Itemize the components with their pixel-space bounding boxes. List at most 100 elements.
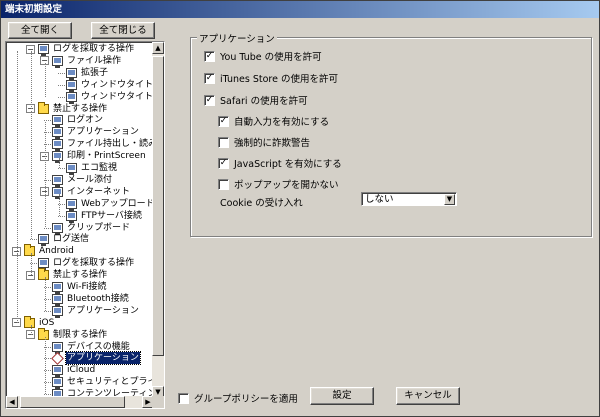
settings-tree[interactable]: −ログを採取する操作−ファイル操作拡張子ウィンドウタイトルフィルウィンドウタイト… xyxy=(5,41,165,409)
pc-icon xyxy=(38,234,49,247)
fraud-warning-checkbox[interactable]: 強制的に詐欺警告 xyxy=(218,135,310,149)
allow-youtube-label: You Tube の使用を許可 xyxy=(220,52,322,63)
javascript-label: JavaScript を有効にする xyxy=(234,159,342,170)
checkbox-box[interactable]: ✓ xyxy=(204,72,215,84)
diamond-icon xyxy=(51,352,64,365)
tree-item[interactable]: ログオン xyxy=(52,114,104,128)
tree-item[interactable]: メール添付 xyxy=(52,174,113,187)
tree-connector xyxy=(58,215,65,217)
tree-item[interactable]: ウィンドウタイトル画面キ xyxy=(66,91,154,104)
tree-item[interactable]: ファイル操作 xyxy=(52,55,122,68)
autofill-label: 自動入力を有効にする xyxy=(234,117,330,128)
scrollbar-corner xyxy=(152,396,164,408)
vertical-scroll-thumb[interactable] xyxy=(152,56,164,356)
autofill-checkbox[interactable]: ✓ 自動入力を有効にする xyxy=(218,114,329,128)
tree-item-label: ログオン xyxy=(67,115,104,126)
group-policy-checkbox[interactable]: グループポリシーを適用 xyxy=(178,391,298,405)
tree-connector xyxy=(31,324,32,335)
cancel-button[interactable]: キャンセル xyxy=(396,387,460,405)
tree-item-label: アプリケーション xyxy=(67,127,139,138)
pc-icon xyxy=(52,377,63,390)
tree-item-label: エコ監視 xyxy=(81,163,118,173)
tree-item[interactable]: アプリケーション xyxy=(51,351,141,366)
tree-item[interactable]: エコ監視 xyxy=(66,162,118,175)
pc-icon xyxy=(52,222,63,235)
tree-item-label: インターネット xyxy=(67,186,131,197)
checkbox-box[interactable]: ✓ xyxy=(218,157,229,169)
fraud-warning-label: 強制的に詐欺警告 xyxy=(234,138,311,149)
pc-icon xyxy=(66,67,77,80)
checkbox-box[interactable]: ✓ xyxy=(218,115,229,127)
checkbox-box[interactable] xyxy=(218,178,229,190)
tree-item[interactable]: インターネット xyxy=(52,186,131,199)
allow-itunes-checkbox[interactable]: ✓ iTunes Store の使用を許可 xyxy=(204,71,338,85)
tree-item[interactable]: FTPサーバ接続 xyxy=(66,210,143,223)
checkbox-box[interactable]: ✓ xyxy=(204,94,215,106)
tree-connector xyxy=(58,72,65,74)
tree-item[interactable]: 禁止する操作 xyxy=(38,101,108,115)
javascript-checkbox[interactable]: ✓ JavaScript を有効にする xyxy=(218,156,342,170)
folder-icon xyxy=(38,101,49,114)
pc-icon xyxy=(66,198,77,211)
allow-safari-checkbox[interactable]: ✓ Safari の使用を許可 xyxy=(204,93,308,107)
tree-item[interactable]: ファイル持出し・読み込 xyxy=(52,138,154,152)
tree-item[interactable]: ログ送信 xyxy=(38,233,90,247)
tree-connector xyxy=(17,51,18,252)
tree-item[interactable]: ログを採取する操作 xyxy=(38,43,135,56)
pc-icon xyxy=(66,163,77,175)
scroll-left-arrow-icon[interactable]: ◀ xyxy=(6,396,18,408)
pc-icon xyxy=(52,305,63,318)
expand-all-button[interactable]: 全て開く xyxy=(8,22,72,39)
tree-connector xyxy=(58,168,65,169)
scroll-up-arrow-icon[interactable]: ▲ xyxy=(152,42,164,54)
tree-horizontal-scrollbar[interactable]: ◀ ▶ xyxy=(6,396,154,408)
tree-view: −ログを採取する操作−ファイル操作拡張子ウィンドウタイトルフィルウィンドウタイト… xyxy=(6,42,154,398)
collapse-all-button[interactable]: 全て閉じる xyxy=(91,22,155,39)
cookie-label: Cookie の受け入れ xyxy=(220,198,303,209)
tree-item[interactable]: セキュリティとプライバシ xyxy=(52,376,154,390)
tree-item[interactable]: ウィンドウタイトルフィル xyxy=(66,79,154,92)
tree-item-label: ファイル持出し・読み込 xyxy=(67,139,154,150)
checkbox-box[interactable]: ✓ xyxy=(204,50,215,62)
tree-item-label: アプリケーション xyxy=(67,305,139,316)
tree-connector xyxy=(58,84,65,86)
tree-item[interactable]: アプリケーション xyxy=(52,305,140,318)
dropdown-arrow-icon[interactable]: ▼ xyxy=(444,194,455,205)
tree-item-label: ウィンドウタイトル画面キ xyxy=(81,91,154,102)
cookie-select-value: しない xyxy=(365,194,394,205)
pc-icon xyxy=(52,139,63,152)
tree-item[interactable]: アプリケーション xyxy=(52,126,140,140)
tree-connector xyxy=(45,122,46,228)
tree-item[interactable]: Bluetooth接続 xyxy=(52,293,130,306)
tree-item[interactable]: 制限する操作 xyxy=(38,327,108,341)
tree-item[interactable]: ログを採取する操作 xyxy=(38,257,135,271)
tree-connector xyxy=(58,96,65,98)
pc-icon xyxy=(38,258,49,271)
checkbox-box[interactable] xyxy=(218,136,229,148)
tree-item[interactable]: Webアップロード・ダ xyxy=(66,198,154,211)
tree-vertical-scrollbar[interactable]: ▲ ▼ xyxy=(152,42,164,398)
tree-item[interactable]: デバイスの機能 xyxy=(52,341,131,354)
tree-item[interactable]: 禁止する操作 xyxy=(38,268,108,281)
checkbox-box[interactable] xyxy=(178,392,189,404)
tree-item[interactable]: iCloud xyxy=(52,364,96,378)
tree-item-label: ファイル操作 xyxy=(67,55,122,66)
tree-item-label: 禁止する操作 xyxy=(53,103,108,114)
tree-connector xyxy=(17,253,18,323)
tree-item[interactable]: Wi-Fi接続 xyxy=(52,281,107,294)
allow-youtube-checkbox[interactable]: ✓ You Tube の使用を許可 xyxy=(204,49,322,63)
tree-item-label: iCloud xyxy=(67,365,96,376)
block-popups-checkbox[interactable]: ポップアップを開かない xyxy=(218,177,339,191)
tree-item[interactable]: 拡張子 xyxy=(66,67,109,80)
horizontal-scroll-thumb[interactable] xyxy=(20,396,125,408)
tree-item[interactable]: 印刷・PrintScreen xyxy=(52,150,147,164)
ok-button[interactable]: 設定 xyxy=(310,387,374,405)
tree-item[interactable]: クリップボード xyxy=(52,222,131,235)
pc-icon xyxy=(52,186,63,199)
pc-icon xyxy=(38,44,49,56)
tree-connector xyxy=(44,227,51,229)
pc-icon xyxy=(52,127,63,140)
pc-icon xyxy=(66,79,77,92)
tree-connector xyxy=(44,120,51,122)
cookie-select[interactable]: しない ▼ xyxy=(361,192,457,206)
